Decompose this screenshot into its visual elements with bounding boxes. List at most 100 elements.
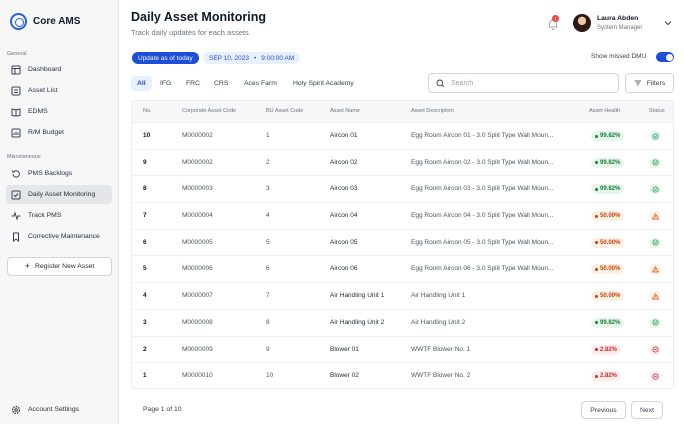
- table-row[interactable]: 8 M0000003 3 Aircon 03 Egg Room Aircon 03 - …: [132, 176, 673, 204]
- cell-no: 8: [143, 185, 147, 193]
- chevron-down-icon[interactable]: [664, 19, 672, 27]
- sidebar-item-account-settings[interactable]: Account Settings: [6, 400, 112, 419]
- cell-corporate-asset-code: M0000003: [182, 185, 213, 193]
- section-label-misc: Miscelaneous: [7, 154, 41, 160]
- sidebar-item-track-pms[interactable]: Track PMS: [6, 206, 112, 225]
- column-header-asset-name[interactable]: Asset Name: [330, 108, 360, 114]
- health-value: 50.00%: [600, 293, 621, 300]
- app-logo[interactable]: Core AMS: [10, 13, 80, 30]
- register-new-asset-button[interactable]: + Register New Asset: [7, 257, 112, 276]
- table-header: No. Corporate Asset Code BU Asset Code A…: [132, 101, 673, 123]
- cell-no: 10: [143, 132, 151, 139]
- health-dot-icon: [595, 214, 598, 218]
- next-button[interactable]: Next: [631, 401, 663, 419]
- update-separator: •: [254, 54, 257, 62]
- check-square-icon: [11, 190, 21, 200]
- update-time: 9:00:00 AM: [261, 54, 295, 62]
- sidebar-item-edms[interactable]: EDMS: [6, 102, 112, 121]
- column-header-no[interactable]: No.: [143, 108, 152, 114]
- check-circle-icon: [650, 317, 660, 328]
- previous-button[interactable]: Previous: [581, 401, 626, 419]
- tab-all[interactable]: All: [131, 76, 152, 91]
- update-date: SEP 10, 2023: [209, 54, 249, 62]
- column-header-asset-description[interactable]: Asset Description: [411, 108, 454, 114]
- health-badge: 50.00%: [591, 211, 625, 222]
- table-row[interactable]: 3 M0000008 8 Air Handling Unit 2 Air Handlin…: [132, 310, 673, 337]
- column-header-status[interactable]: Status: [649, 108, 665, 114]
- tab-crs[interactable]: CRS: [208, 76, 234, 91]
- table-row[interactable]: 9 M0000002 2 Aircon 02 Egg Room Aircon 02 - …: [132, 150, 673, 177]
- list-icon: [11, 86, 21, 96]
- cell-asset-description: Egg Room Aircon 06 - 3.0 Split Type Wall…: [411, 265, 554, 273]
- tab-holy-spirit-academy[interactable]: Holy Spirit Academy: [287, 76, 360, 91]
- sidebar-item-label: Daily Asset Monitoring: [28, 191, 96, 198]
- layout-icon: [11, 65, 21, 75]
- cell-no: 9: [143, 158, 147, 166]
- show-missed-dmu-toggle[interactable]: [656, 52, 674, 62]
- check-circle-icon: [650, 237, 660, 248]
- cell-asset-name: Aircon 06: [330, 265, 358, 273]
- cell-bu-asset-code: 8: [266, 318, 270, 326]
- cell-asset-name: Blower 01: [330, 345, 359, 353]
- avatar[interactable]: [573, 14, 591, 32]
- tab-frc[interactable]: FRC: [180, 76, 206, 91]
- sidebar-item-dashboard[interactable]: Dashboard: [6, 60, 112, 79]
- page-subtitle: Track daily updates for each assets: [131, 28, 249, 37]
- health-value: 2.82%: [600, 373, 618, 380]
- sidebar-item-rm-budget[interactable]: R/M Budget: [6, 123, 112, 142]
- health-dot-icon: [595, 374, 598, 378]
- cell-bu-asset-code: 5: [266, 238, 270, 246]
- column-header-corporate-asset-code[interactable]: Corporate Asset Code: [182, 108, 236, 114]
- table-row[interactable]: 6 M0000005 5 Aircon 05 Egg Room Aircon 05 - …: [132, 230, 673, 257]
- activity-icon: [11, 210, 21, 221]
- filter-icon: [634, 80, 641, 86]
- cell-corporate-asset-code: M0000006: [182, 265, 213, 273]
- health-value: 99.82%: [600, 133, 621, 139]
- cell-corporate-asset-code: M0000005: [182, 238, 213, 246]
- register-new-asset-label: Register New Asset: [34, 263, 95, 270]
- cell-bu-asset-code: 2: [266, 158, 270, 166]
- tab-aces-farm[interactable]: Aces Farm: [238, 76, 283, 91]
- table-row[interactable]: 7 M0000004 4 Aircon 04 Egg Room Aircon 04 - …: [132, 203, 673, 230]
- tab-ifg[interactable]: IFG: [154, 76, 177, 91]
- search-input[interactable]: Search: [428, 73, 619, 93]
- history-icon: [11, 169, 21, 179]
- update-as-of-badge: Update as of today: [132, 52, 199, 64]
- cell-asset-name: Aircon 01: [330, 132, 358, 139]
- cell-asset-name: Air Handling Unit 2: [330, 318, 385, 326]
- minus-circle-icon: [650, 344, 660, 355]
- cell-corporate-asset-code: M0000002: [182, 132, 213, 139]
- table-row[interactable]: 4 M0000007 7 Air Handling Unit 1 Air Handlin…: [132, 283, 673, 310]
- cell-asset-description: Egg Room Aircon 05 - 3.0 Split Type Wall…: [411, 238, 554, 246]
- column-header-bu-asset-code[interactable]: BU Asset Code: [266, 108, 303, 114]
- cell-no: 2: [143, 345, 147, 353]
- cell-no: 3: [143, 318, 147, 326]
- table-row[interactable]: 10 M0000002 1 Aircon 01 Egg Room Aircon 01 -…: [132, 123, 673, 150]
- health-dot-icon: [595, 348, 598, 351]
- table-row[interactable]: 1 M0000010 10 Blower 02 WWTF Blower No. 2 2.8…: [132, 363, 673, 388]
- table-body: 10 M0000002 1 Aircon 01 Egg Room Aircon 01 -…: [132, 123, 673, 388]
- cell-asset-description: Egg Room Aircon 03 - 3.0 Split Type Wall…: [411, 185, 554, 193]
- sidebar-item-label: Account Settings: [28, 406, 80, 413]
- page-indicator: Page 1 of 10: [143, 406, 182, 413]
- filters-button[interactable]: Filters: [625, 73, 674, 93]
- warning-triangle-icon: [650, 211, 660, 222]
- table-row[interactable]: 2 M0000009 9 Blower 01 WWTF Blower No. 1 2.82…: [132, 337, 673, 364]
- sidebar-item-corrective-maintenance[interactable]: Corrective Maintenance: [6, 227, 112, 246]
- sidebar-item-pms-backlogs[interactable]: PMS Backlogs: [6, 164, 112, 183]
- cell-bu-asset-code: 7: [266, 292, 270, 300]
- column-header-asset-health[interactable]: Asset Health: [589, 108, 620, 114]
- sidebar-item-daily-asset-monitoring[interactable]: Daily Asset Monitoring: [6, 185, 112, 204]
- cell-no: 5: [143, 265, 147, 273]
- health-value: 50.00%: [600, 239, 621, 246]
- health-value: 2.82%: [600, 346, 618, 353]
- table-row[interactable]: 5 M0000006 6 Aircon 06 Egg Room Aircon 06 - …: [132, 256, 673, 284]
- book-icon: [11, 107, 21, 117]
- cell-bu-asset-code: 10: [266, 372, 274, 380]
- plus-icon: +: [24, 261, 30, 271]
- warning-triangle-icon: [650, 264, 660, 275]
- health-badge: 50.00%: [591, 237, 625, 248]
- update-datetime: SEP 10, 2023 • 9:00:00 AM: [203, 52, 301, 64]
- sidebar-item-asset-list[interactable]: Asset List: [6, 81, 112, 100]
- sidebar-item-label: R/M Budget: [28, 129, 64, 136]
